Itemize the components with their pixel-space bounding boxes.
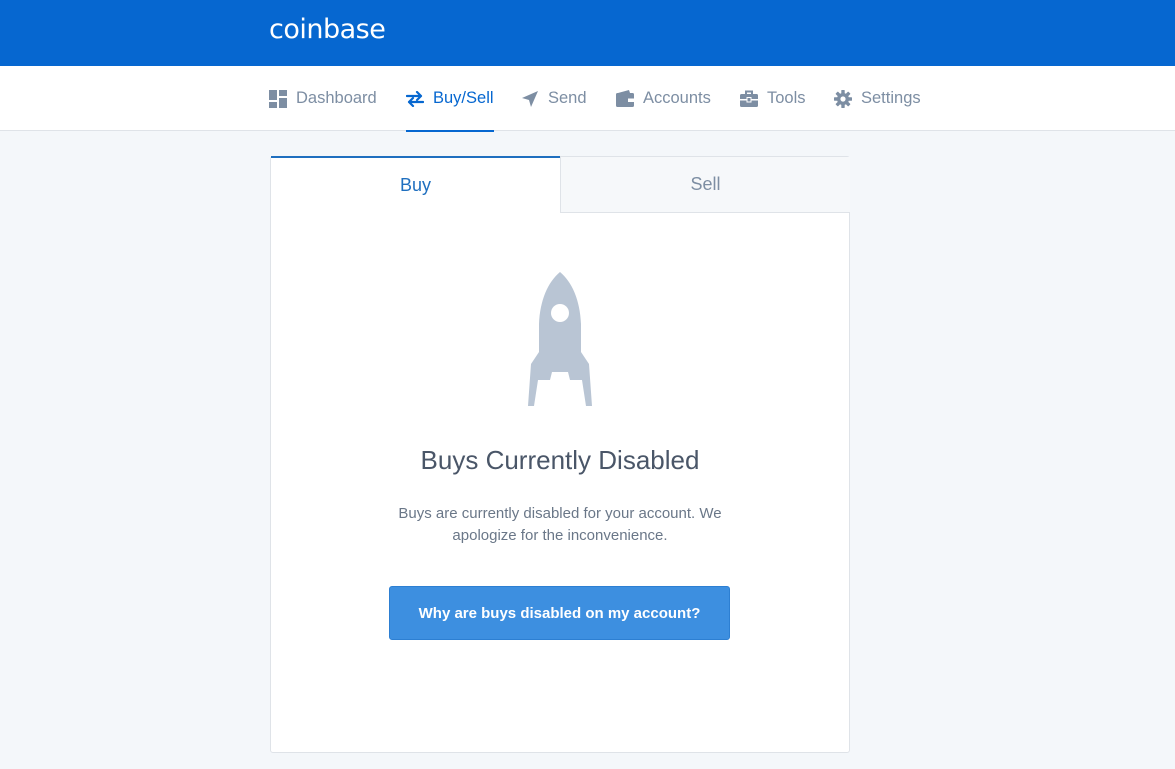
tab-buy[interactable]: Buy [271,156,560,213]
tab-sell[interactable]: Sell [560,157,850,213]
nav-label-settings: Settings [861,89,921,107]
nav-item-dashboard[interactable]: Dashboard [269,66,377,131]
nav-item-settings[interactable]: Settings [834,66,921,131]
nav-label-tools: Tools [767,89,806,107]
nav-item-send[interactable]: Send [521,66,587,131]
top-bar: coinbase [0,0,1175,66]
disabled-title: Buys Currently Disabled [420,445,700,475]
exchange-arrows-icon [406,90,424,107]
nav-label-dashboard: Dashboard [296,89,377,107]
dashboard-grid-icon [269,89,287,108]
nav-item-buy-sell[interactable]: Buy/Sell [406,66,494,132]
disabled-description: Buys are currently disabled for your acc… [398,505,722,544]
nav-label-accounts: Accounts [643,89,711,107]
wallet-icon [616,90,634,107]
rocket-icon [528,272,592,406]
nav-item-accounts[interactable]: Accounts [616,66,711,131]
nav-label-buy-sell: Buy/Sell [433,89,494,107]
gear-icon [834,89,852,108]
paper-plane-icon [522,90,538,107]
main-nav: Dashboard Buy/Sell Send Accounts Tools S… [0,66,1175,132]
nav-label-send: Send [548,89,587,107]
toolbox-icon [740,90,758,107]
coinbase-logo[interactable]: coinbase [269,14,386,45]
why-disabled-button[interactable]: Why are buys disabled on my account? [389,586,730,640]
buy-sell-card: Buy Sell Buys Currently Disabled Buys ar… [270,156,850,753]
nav-item-tools[interactable]: Tools [740,66,806,131]
